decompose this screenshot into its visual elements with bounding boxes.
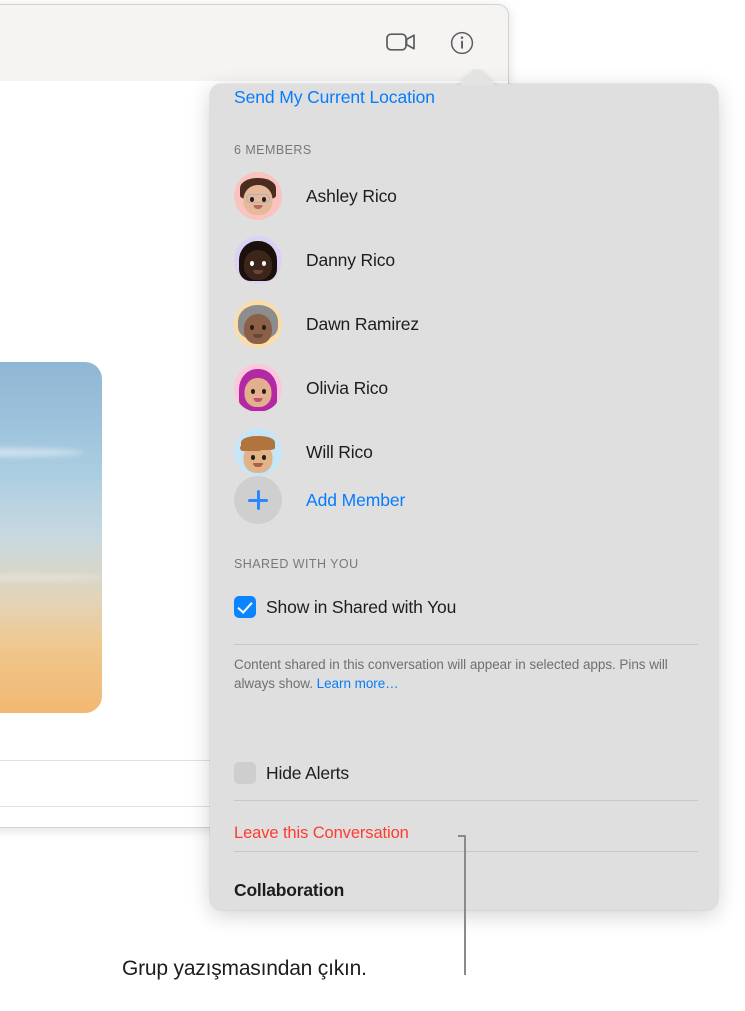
video-camera-icon[interactable] [386,31,416,58]
member-name: Will Rico [306,442,373,463]
screen: Send My Current Location 6 MEMBERS Ashle… [0,0,745,1011]
send-my-current-location-button[interactable]: Send My Current Location [234,87,435,108]
photo-message-bubble[interactable] [0,362,102,713]
callout-leader-vertical [464,835,466,975]
checkbox-unchecked-icon[interactable] [234,762,256,784]
member-name: Olivia Rico [306,378,388,399]
popover-arrow [455,69,499,85]
avatar [234,172,282,220]
member-name: Dawn Ramirez [306,314,419,335]
hide-alerts-checkbox-row[interactable]: Hide Alerts [234,762,349,784]
shared-with-you-section-label: SHARED WITH YOU [234,557,359,571]
note-body: Content shared in this conversation will… [234,657,668,691]
show-in-shared-with-you-checkbox-row[interactable]: Show in Shared with You [234,596,456,618]
avatar [234,300,282,348]
member-row-danny-rico[interactable]: Danny Rico [234,232,694,288]
info-circle-icon[interactable] [450,31,474,60]
section-divider [234,800,698,801]
learn-more-link[interactable]: Learn more… [317,676,399,691]
member-name: Danny Rico [306,250,395,271]
window-toolbar [0,5,508,81]
section-divider [234,851,698,852]
cloud-decoration [0,448,84,457]
show-in-shared-label: Show in Shared with You [266,597,456,618]
add-member-label: Add Member [306,490,405,511]
checkbox-checked-icon[interactable] [234,596,256,618]
members-section-label: 6 MEMBERS [234,143,312,157]
conversation-details-popover: Send My Current Location 6 MEMBERS Ashle… [210,84,718,910]
hide-alerts-label: Hide Alerts [266,763,349,784]
cloud-decoration [0,574,102,581]
add-member-button[interactable]: Add Member [234,472,694,528]
leave-this-conversation-button[interactable]: Leave this Conversation [234,824,409,843]
member-row-dawn-ramirez[interactable]: Dawn Ramirez [234,296,694,352]
section-divider [234,644,698,645]
plus-icon [234,476,282,524]
avatar [234,428,282,476]
avatar [234,364,282,412]
shared-with-you-note: Content shared in this conversation will… [234,655,696,693]
avatar [234,236,282,284]
collaboration-section-title: Collaboration [234,880,344,901]
member-row-ashley-rico[interactable]: Ashley Rico [234,168,694,224]
callout-caption: Grup yazışmasından çıkın. [122,957,367,981]
member-row-olivia-rico[interactable]: Olivia Rico [234,360,694,416]
member-name: Ashley Rico [306,186,397,207]
